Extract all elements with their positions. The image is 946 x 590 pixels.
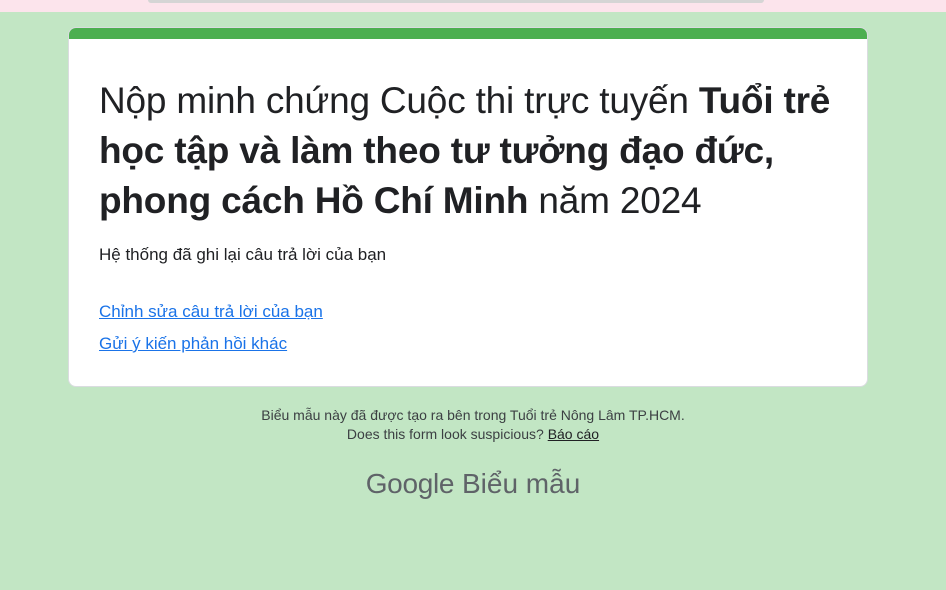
confirmation-message: Hệ thống đã ghi lại câu trả lời của bạn (99, 245, 387, 264)
google-forms-logo[interactable]: Google Biểu mẫu (0, 468, 946, 500)
forms-product-name: Biểu mẫu (461, 468, 581, 499)
title-suffix: năm 2024 (528, 180, 702, 221)
footer-created-in: Biểu mẫu này đã được tạo ra bên trong Tu… (261, 407, 685, 423)
google-wordmark: Google (365, 468, 455, 499)
footer-suspicious-text: Does this form look suspicious? (346, 426, 548, 442)
form-title: Nộp minh chứng Cuộc thi trực tuyến Tuổi … (99, 76, 839, 226)
top-strip-tab (148, 0, 764, 3)
form-footer: Biểu mẫu này đã được tạo ra bên trong Tu… (0, 406, 946, 444)
response-card: Nộp minh chứng Cuộc thi trực tuyến Tuổi … (68, 27, 868, 387)
title-prefix: Nộp minh chứng Cuộc thi trực tuyến (99, 80, 699, 121)
edit-response-link[interactable]: Chỉnh sửa câu trả lời của bạn (99, 302, 323, 322)
footer-suspicious-line: Does this form look suspicious? Báo cáo (0, 425, 946, 444)
card-accent-bar (69, 28, 867, 39)
browser-top-strip (0, 0, 946, 12)
report-link[interactable]: Báo cáo (548, 426, 599, 442)
submit-another-response-link[interactable]: Gửi ý kiến phản hồi khác (99, 334, 287, 354)
